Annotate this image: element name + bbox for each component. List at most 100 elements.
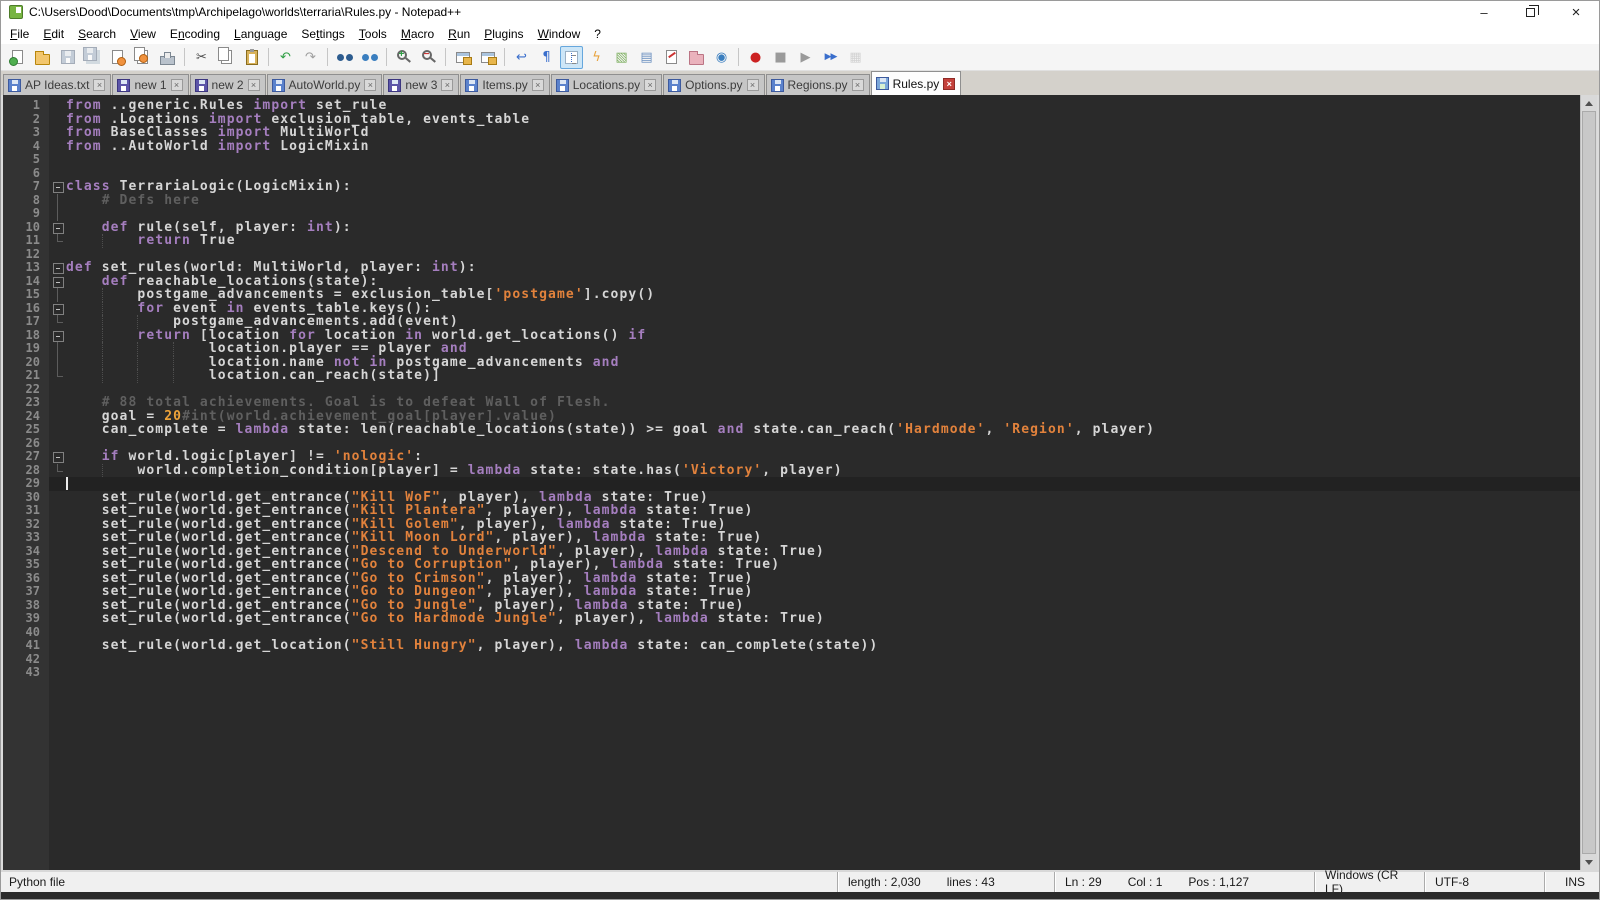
tab-ap-ideas-txt[interactable]: AP Ideas.txt× (3, 74, 111, 95)
code-line[interactable]: 30 set_rule(world.get_entrance("Kill WoF… (3, 491, 1580, 505)
menu-item-tools[interactable]: Tools (352, 25, 394, 43)
menu-item-file[interactable]: File (3, 25, 36, 43)
code-line[interactable]: 27 if world.logic[player] != 'nologic': (3, 450, 1580, 464)
scroll-up-button[interactable] (1581, 95, 1597, 111)
code-line[interactable]: 23 # 88 total achievements. Goal is to d… (3, 396, 1580, 410)
project-panel-icon[interactable] (685, 46, 708, 69)
tab-close-icon[interactable]: × (171, 79, 183, 91)
menu-item-plugins[interactable]: Plugins (477, 25, 530, 43)
code-line[interactable]: 10 def rule(self, player: int): (3, 221, 1580, 235)
menu-item-view[interactable]: View (123, 25, 163, 43)
code-line[interactable]: 42 (3, 653, 1580, 667)
macro-run-multiple-icon[interactable]: ▶▶ (819, 46, 842, 69)
menu-item-search[interactable]: Search (71, 25, 123, 43)
tab-locations-py[interactable]: Locations.py× (551, 74, 662, 95)
code-line[interactable]: 4from ..AutoWorld import LogicMixin (3, 140, 1580, 154)
close-button[interactable]: × (1553, 1, 1599, 23)
code-line[interactable]: 3from BaseClasses import MultiWorld (3, 126, 1580, 140)
code-line[interactable]: 40 (3, 626, 1580, 640)
tab-close-icon[interactable]: × (747, 79, 759, 91)
macro-stop-icon[interactable]: ■ (769, 46, 792, 69)
tab-close-icon[interactable]: × (532, 79, 544, 91)
paste-icon[interactable] (240, 46, 263, 69)
code-line[interactable]: 5 (3, 153, 1580, 167)
code-line[interactable]: 24 goal = 20#int(world.achievement_goal[… (3, 410, 1580, 424)
zoom-out-icon[interactable]: − (417, 46, 440, 69)
indent-guide-icon[interactable] (560, 46, 583, 69)
code-line[interactable]: 34 set_rule(world.get_entrance("Descend … (3, 545, 1580, 559)
fold-marker-icon[interactable] (49, 275, 66, 289)
document-switcher-icon[interactable] (660, 46, 683, 69)
code-line[interactable]: 32 set_rule(world.get_entrance("Kill Gol… (3, 518, 1580, 532)
fold-marker-icon[interactable] (49, 329, 66, 343)
code-line[interactable]: 21 location.can_reach(state)] (3, 369, 1580, 383)
minimize-button[interactable]: – (1461, 1, 1507, 23)
open-file-icon[interactable] (31, 46, 54, 69)
code-line[interactable]: 1from ..generic.Rules import set_rule (3, 99, 1580, 113)
sync-horizontal-icon[interactable] (476, 46, 499, 69)
code-line[interactable]: 43 (3, 666, 1580, 680)
new-file-icon[interactable] (6, 46, 29, 69)
code-line[interactable]: 39 set_rule(world.get_entrance("Go to Ha… (3, 612, 1580, 626)
code-line[interactable]: 15 postgame_advancements = exclusion_tab… (3, 288, 1580, 302)
menu-item-language[interactable]: Language (227, 25, 294, 43)
macro-record-icon[interactable]: ● (744, 46, 767, 69)
document-list-icon[interactable]: ▤ (635, 46, 658, 69)
fold-marker-icon[interactable] (49, 180, 66, 194)
code-line[interactable]: 26 (3, 437, 1580, 451)
macro-save-icon[interactable]: ▦ (844, 46, 867, 69)
menu-item-encoding[interactable]: Encoding (163, 25, 227, 43)
tab-new-3[interactable]: new 3× (383, 74, 459, 95)
sync-vertical-icon[interactable] (451, 46, 474, 69)
code-line[interactable]: 17 postgame_advancements.add(event) (3, 315, 1580, 329)
code-line[interactable]: 28 world.completion_condition[player] = … (3, 464, 1580, 478)
code-line[interactable]: 19 location.player == player and (3, 342, 1580, 356)
menu-item-run[interactable]: Run (441, 25, 477, 43)
document-map-icon[interactable]: ▧ (610, 46, 633, 69)
tab-close-icon[interactable]: × (364, 79, 376, 91)
tab-close-icon[interactable]: × (943, 78, 955, 90)
scrollbar-thumb[interactable] (1582, 111, 1596, 854)
code-line[interactable]: 35 set_rule(world.get_entrance("Go to Co… (3, 558, 1580, 572)
close-all-icon[interactable] (131, 46, 154, 69)
tab-close-icon[interactable]: × (441, 79, 453, 91)
code-line[interactable]: 36 set_rule(world.get_entrance("Go to Cr… (3, 572, 1580, 586)
copy-icon[interactable] (215, 46, 238, 69)
code-line[interactable]: 29 (3, 477, 1580, 491)
status-insert-mode[interactable]: INS (1544, 872, 1599, 892)
code-line[interactable]: 16 for event in events_table.keys(): (3, 302, 1580, 316)
menu-item-window[interactable]: Window (531, 25, 588, 43)
vertical-scrollbar[interactable] (1580, 95, 1597, 870)
code-line[interactable]: 22 (3, 383, 1580, 397)
fold-marker-icon[interactable] (49, 221, 66, 235)
code-line[interactable]: 38 set_rule(world.get_entrance("Go to Ju… (3, 599, 1580, 613)
code-line[interactable]: 2from .Locations import exclusion_table,… (3, 113, 1580, 127)
menu-item-macro[interactable]: Macro (394, 25, 441, 43)
code-line[interactable]: 14 def reachable_locations(state): (3, 275, 1580, 289)
code-editor[interactable]: 1from ..generic.Rules import set_rule2fr… (3, 95, 1580, 870)
word-wrap-icon[interactable]: ↩ (510, 46, 533, 69)
fold-marker-icon[interactable] (49, 261, 66, 275)
print-icon[interactable] (156, 46, 179, 69)
menu-item-edit[interactable]: Edit (36, 25, 71, 43)
tab-close-icon[interactable]: × (644, 79, 656, 91)
code-line[interactable]: 41 set_rule(world.get_location("Still Hu… (3, 639, 1580, 653)
function-list-icon[interactable]: ϟ (585, 46, 608, 69)
fold-marker-icon[interactable] (49, 302, 66, 316)
menu-item-settings[interactable]: Settings (294, 25, 351, 43)
code-line[interactable]: 25 can_complete = lambda state: len(reac… (3, 423, 1580, 437)
code-line[interactable]: 7class TerrariaLogic(LogicMixin): (3, 180, 1580, 194)
tab-close-icon[interactable]: × (93, 79, 105, 91)
show-all-characters-icon[interactable]: ¶ (535, 46, 558, 69)
code-line[interactable]: 6 (3, 167, 1580, 181)
tab-items-py[interactable]: Items.py× (460, 74, 549, 95)
editor-area[interactable]: 1from ..generic.Rules import set_rule2fr… (1, 95, 1599, 870)
tab-close-icon[interactable]: × (248, 79, 260, 91)
code-line[interactable]: 8 # Defs here (3, 194, 1580, 208)
tab-options-py[interactable]: Options.py× (663, 74, 764, 95)
tab-new-1[interactable]: new 1× (112, 74, 188, 95)
menu-item-[interactable]: ? (587, 25, 608, 43)
status-eol-format[interactable]: Windows (CR LF) (1314, 872, 1424, 892)
macro-play-icon[interactable]: ▶ (794, 46, 817, 69)
status-encoding[interactable]: UTF-8 (1424, 872, 1544, 892)
